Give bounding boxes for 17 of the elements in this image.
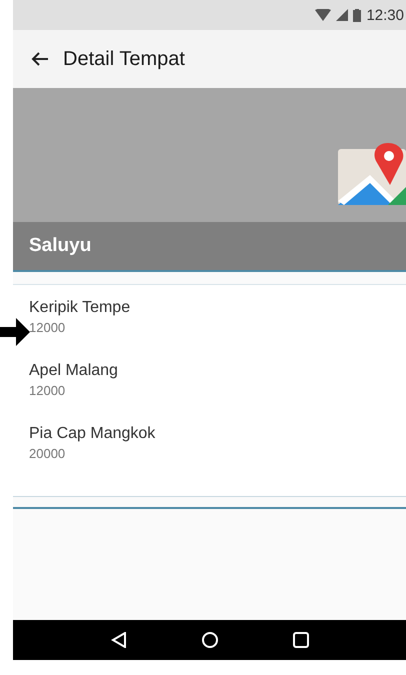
item-price: 20000: [29, 446, 66, 461]
signal-icon: [336, 9, 348, 21]
map-pin-icon: [338, 143, 406, 205]
back-arrow-icon[interactable]: [31, 51, 49, 67]
item-name: Pia Cap Mangkok: [29, 425, 156, 443]
item-price: 12000: [29, 320, 66, 335]
back-icon[interactable]: [110, 632, 126, 648]
screen-title: Detail Tempat: [63, 48, 185, 70]
item-price: 12000: [29, 383, 66, 398]
item-name: Keripik Tempe: [29, 299, 132, 317]
section-title: Saluyu: [29, 235, 92, 257]
item-name: Apel Malang: [29, 362, 119, 380]
home-icon[interactable]: [202, 632, 218, 648]
battery-icon: [353, 8, 362, 22]
status-time: 12:30: [366, 6, 404, 24]
wifi-icon: [315, 9, 332, 21]
recents-icon[interactable]: [292, 632, 308, 648]
